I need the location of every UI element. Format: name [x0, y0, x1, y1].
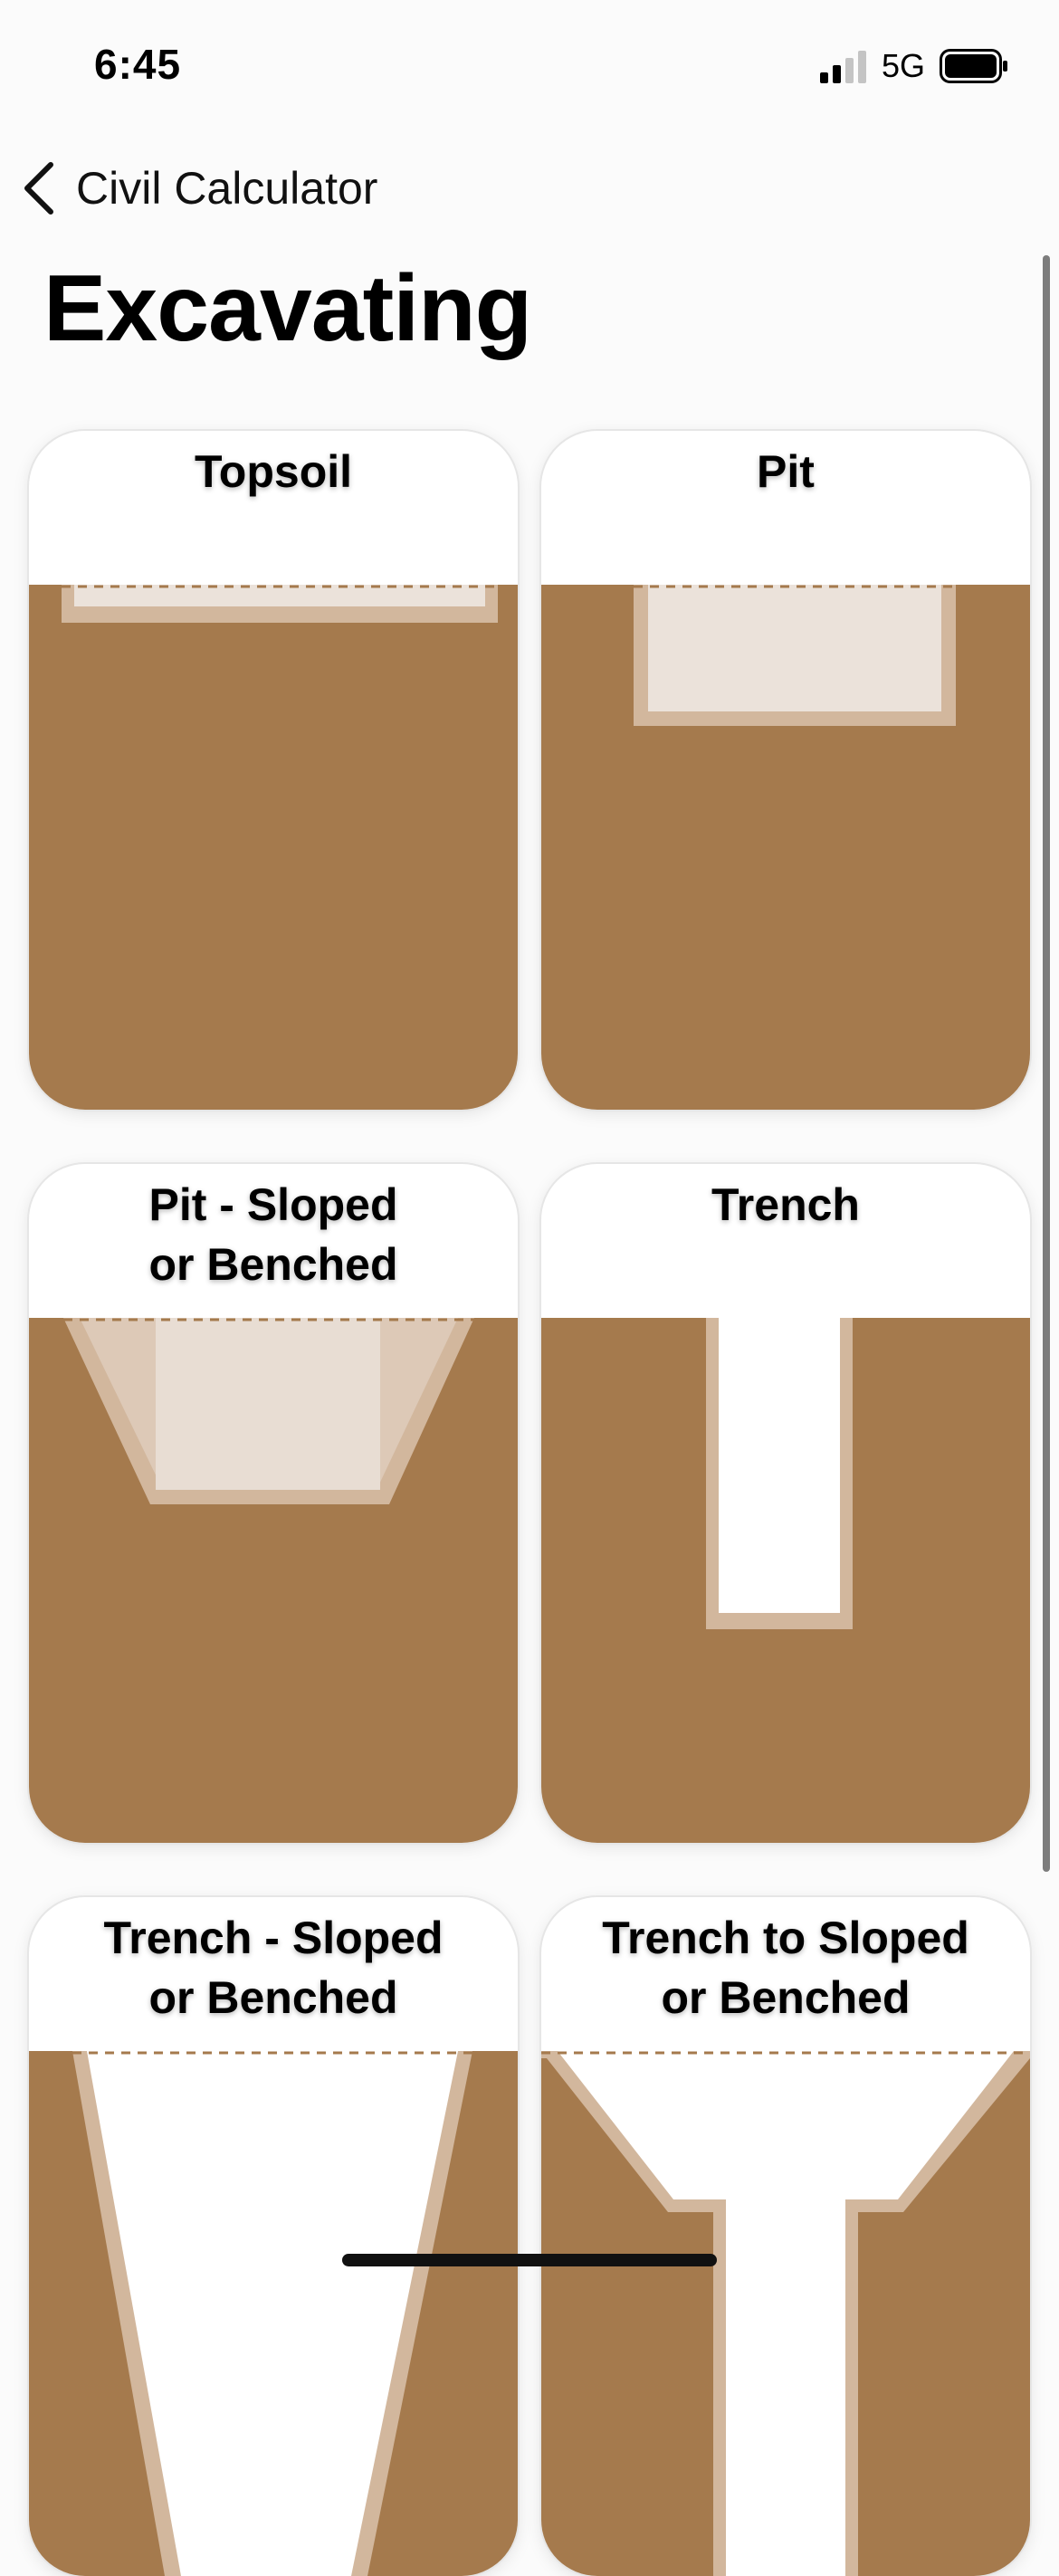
back-button[interactable]: Civil Calculator [20, 154, 377, 223]
card-label: Pit [757, 446, 815, 497]
card-label: Trench - Sloped or Benched [103, 1913, 444, 2023]
card-label: Pit - Sloped or Benched [148, 1179, 398, 1290]
battery-icon [940, 49, 1007, 83]
chevron-left-icon [24, 162, 53, 215]
page-title: Excavating [43, 256, 532, 361]
card-trench[interactable]: Trench [541, 1164, 1030, 1843]
network-type: 5G [882, 47, 926, 84]
status-time: 6:45 [94, 41, 182, 88]
back-button-label: Civil Calculator [76, 163, 378, 214]
card-label: Trench to Sloped or Benched [602, 1913, 969, 2023]
card-trench-sloped-or-benched[interactable]: Trench - Sloped or Benched [29, 1897, 518, 2576]
signal-icon [820, 51, 866, 83]
status-bar: 6:45 5G [0, 0, 1059, 136]
scroll-indicator [1043, 255, 1050, 1872]
card-pit-sloped-or-benched[interactable]: Pit - Sloped or Benched [29, 1164, 518, 1843]
home-indicator[interactable] [342, 2254, 717, 2266]
card-pit[interactable]: Pit [541, 431, 1030, 1110]
card-label: Topsoil [194, 446, 353, 497]
card-topsoil[interactable]: Topsoil [29, 431, 518, 1110]
card-trench-to-sloped-or-benched[interactable]: Trench to Sloped or Benched [541, 1897, 1030, 2576]
card-label: Trench [711, 1179, 860, 1230]
